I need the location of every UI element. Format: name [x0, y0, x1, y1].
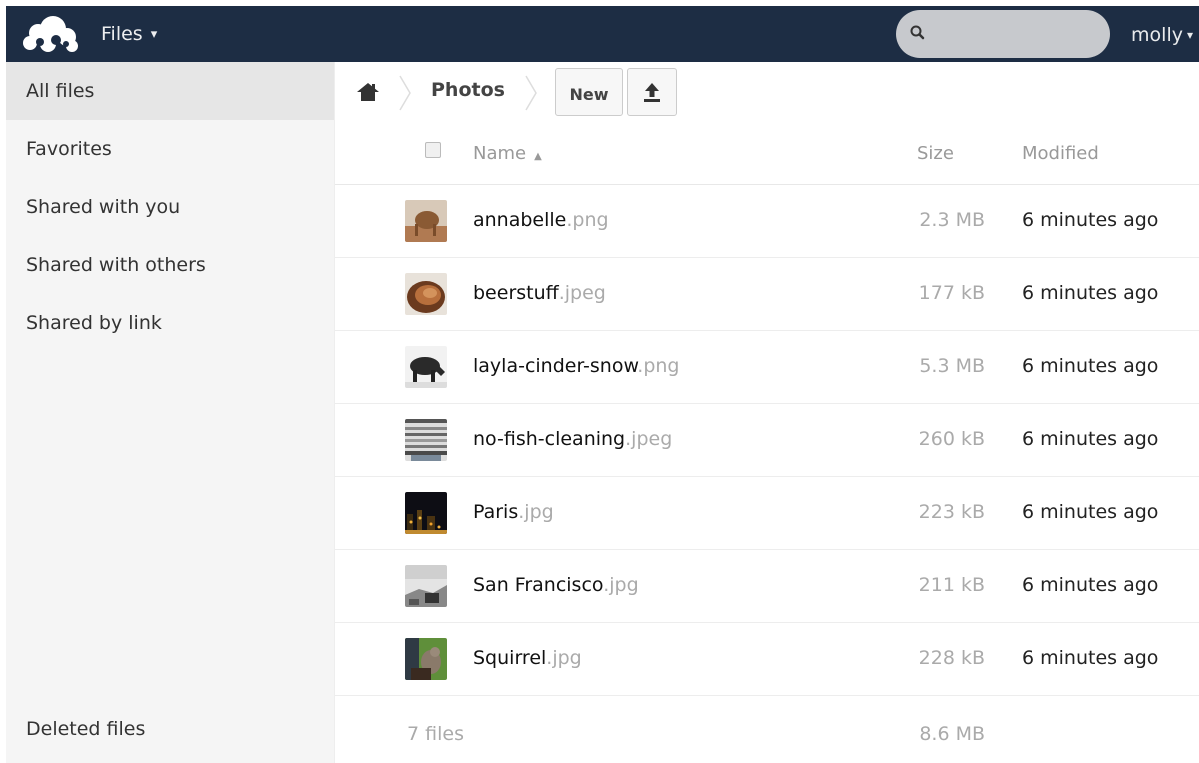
file-extension: .jpg	[603, 574, 639, 596]
image-thumbnail-icon	[405, 346, 447, 388]
app-name-label: Files	[101, 23, 143, 45]
caret-down-icon: ▾	[150, 26, 158, 42]
table-row[interactable]: beerstuff.jpeg 177 kB 6 minutes ago	[335, 258, 1199, 331]
sidebar-item-all-files[interactable]: All files	[6, 62, 334, 120]
sidebar-item-favorites[interactable]: Favorites	[6, 120, 334, 178]
file-modified: 6 minutes ago	[1022, 574, 1159, 596]
caret-down-icon: ▾	[1186, 28, 1193, 42]
file-count: 7 files	[407, 723, 464, 745]
sidebar-item-shared-with-others[interactable]: Shared with others	[6, 236, 334, 294]
file-extension: .jpg	[518, 501, 554, 523]
select-all-checkbox[interactable]	[425, 142, 441, 158]
upload-icon	[644, 83, 660, 102]
column-header-modified[interactable]: Modified	[1022, 143, 1099, 164]
table-row[interactable]: annabelle.png 2.3 MB 6 minutes ago	[335, 185, 1199, 258]
file-name[interactable]: Paris.jpg	[473, 501, 554, 523]
sort-ascending-icon: ▲	[534, 151, 542, 162]
owncloud-logo-icon[interactable]	[20, 13, 82, 55]
column-name-label: Name	[473, 143, 527, 164]
breadcrumb-separator-icon	[399, 75, 411, 111]
file-extension: .png	[637, 355, 680, 377]
column-header-name[interactable]: Name ▲	[473, 143, 542, 164]
app-menu-button[interactable]: Files ▾	[101, 23, 157, 45]
sidebar-item-deleted-files[interactable]: Deleted files	[6, 700, 334, 758]
file-extension: .jpg	[546, 647, 582, 669]
total-size: 8.6 MB	[919, 723, 985, 745]
top-bar: Files ▾ molly ▾	[6, 6, 1199, 62]
image-thumbnail-icon	[405, 492, 447, 534]
file-name[interactable]: no-fish-cleaning.jpeg	[473, 428, 672, 450]
file-name[interactable]: beerstuff.jpeg	[473, 282, 606, 304]
file-list-summary: 7 files 8.6 MB	[335, 696, 1199, 763]
table-row[interactable]: San Francisco.jpg 211 kB 6 minutes ago	[335, 550, 1199, 623]
image-thumbnail-icon	[405, 638, 447, 680]
file-modified: 6 minutes ago	[1022, 282, 1159, 304]
user-name-label: molly	[1131, 24, 1183, 46]
controls-bar: Photos New	[335, 62, 1199, 122]
sidebar: All files Favorites Shared with you Shar…	[6, 62, 335, 763]
file-modified: 6 minutes ago	[1022, 647, 1159, 669]
table-row[interactable]: Paris.jpg 223 kB 6 minutes ago	[335, 477, 1199, 550]
sidebar-item-shared-by-link[interactable]: Shared by link	[6, 294, 334, 352]
file-size: 211 kB	[918, 574, 985, 596]
upload-button[interactable]	[627, 68, 677, 116]
file-basename: Paris	[473, 501, 519, 523]
file-extension: .jpeg	[558, 282, 606, 304]
file-extension: .jpeg	[625, 428, 673, 450]
file-name[interactable]: layla-cinder-snow.png	[473, 355, 679, 377]
file-list: Name ▲ Size Modified annabelle.png 2.3 MB…	[335, 122, 1199, 763]
file-extension: .png	[566, 209, 609, 231]
file-name[interactable]: annabelle.png	[473, 209, 609, 231]
search-box[interactable]	[896, 10, 1110, 58]
user-menu-button[interactable]: molly ▾	[1131, 24, 1193, 46]
file-modified: 6 minutes ago	[1022, 501, 1159, 523]
image-thumbnail-icon	[405, 200, 447, 242]
breadcrumb-photos[interactable]: Photos	[431, 79, 505, 101]
file-basename: layla-cinder-snow	[473, 355, 638, 377]
file-basename: Squirrel	[473, 647, 547, 669]
file-basename: San Francisco	[473, 574, 604, 596]
file-name[interactable]: Squirrel.jpg	[473, 647, 582, 669]
column-header-size[interactable]: Size	[917, 143, 954, 164]
file-basename: annabelle	[473, 209, 567, 231]
file-list-header: Name ▲ Size Modified	[335, 122, 1199, 185]
new-button[interactable]: New	[555, 68, 623, 116]
breadcrumb-separator-icon	[525, 75, 537, 111]
search-input[interactable]	[936, 10, 1096, 58]
table-row[interactable]: no-fish-cleaning.jpeg 260 kB 6 minutes a…	[335, 404, 1199, 477]
file-size: 228 kB	[918, 647, 985, 669]
file-modified: 6 minutes ago	[1022, 428, 1159, 450]
file-basename: no-fish-cleaning	[473, 428, 626, 450]
search-icon	[910, 25, 925, 40]
file-size: 260 kB	[918, 428, 985, 450]
file-size: 223 kB	[918, 501, 985, 523]
sidebar-item-shared-with-you[interactable]: Shared with you	[6, 178, 334, 236]
file-basename: beerstuff	[473, 282, 559, 304]
file-size: 177 kB	[918, 282, 985, 304]
file-name[interactable]: San Francisco.jpg	[473, 574, 639, 596]
home-icon[interactable]	[353, 78, 383, 106]
file-size: 2.3 MB	[919, 209, 985, 231]
image-thumbnail-icon	[405, 419, 447, 461]
file-modified: 6 minutes ago	[1022, 209, 1159, 231]
image-thumbnail-icon	[405, 273, 447, 315]
file-size: 5.3 MB	[919, 355, 985, 377]
table-row[interactable]: layla-cinder-snow.png 5.3 MB 6 minutes a…	[335, 331, 1199, 404]
image-thumbnail-icon	[405, 565, 447, 607]
table-row[interactable]: Squirrel.jpg 228 kB 6 minutes ago	[335, 623, 1199, 696]
file-modified: 6 minutes ago	[1022, 355, 1159, 377]
